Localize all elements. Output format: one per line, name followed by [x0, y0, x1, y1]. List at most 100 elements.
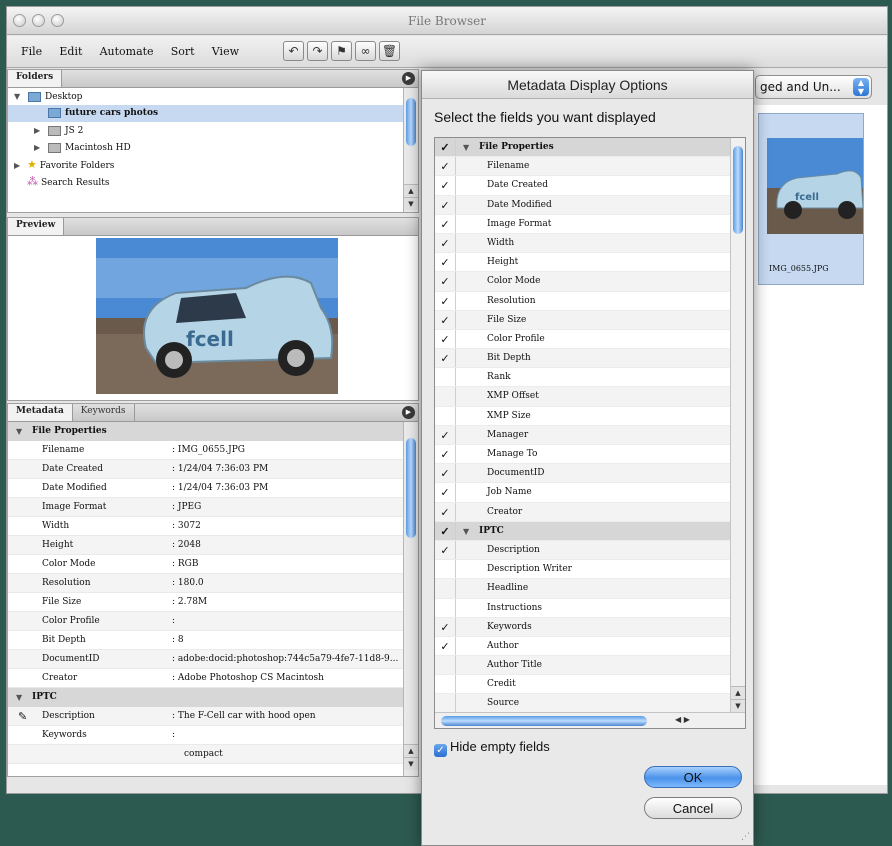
rotate-ccw-icon[interactable]: ↶ — [283, 41, 304, 61]
field-checkbox[interactable]: ✓ — [435, 272, 456, 291]
field-checkbox[interactable] — [435, 406, 456, 425]
binoculars-icon[interactable]: ∞ — [355, 41, 376, 61]
field-checkbox[interactable]: ✓ — [435, 214, 456, 233]
field-row[interactable]: ✓ Manager — [435, 425, 745, 445]
field-checkbox[interactable]: ✓ — [435, 483, 456, 502]
metadata-scrollbar[interactable]: ▲ ▼ — [403, 422, 418, 776]
meta-group-file-properties[interactable]: ▼ File Properties — [8, 422, 418, 441]
field-checkbox[interactable]: ✓ — [435, 617, 456, 636]
field-row[interactable]: ✓ Color Profile — [435, 329, 745, 350]
field-row[interactable]: Source — [435, 694, 745, 714]
field-checkbox[interactable] — [435, 387, 456, 406]
menu-file[interactable]: File — [21, 45, 42, 58]
field-checkbox[interactable]: ✓ — [435, 502, 456, 521]
tree-item-desktop[interactable]: ▼ Desktop — [8, 88, 418, 105]
scroll-down-icon[interactable]: ▼ — [404, 757, 418, 770]
field-row[interactable]: Rank — [435, 368, 745, 388]
field-list-scrollbar[interactable]: ▲ ▼ — [730, 138, 745, 714]
field-row[interactable]: Description Writer — [435, 560, 745, 580]
field-row[interactable]: ✓ Job Name — [435, 483, 745, 503]
field-checkbox[interactable] — [435, 694, 456, 713]
field-row[interactable]: XMP Offset — [435, 387, 745, 407]
menu-automate[interactable]: Automate — [100, 45, 154, 58]
field-checkbox[interactable]: ✓ — [435, 425, 456, 444]
tree-item-search-results[interactable]: ⁂ Search Results — [8, 173, 418, 190]
field-checkbox[interactable]: ✓ — [435, 233, 456, 253]
field-checkbox[interactable]: ✓ — [435, 291, 456, 310]
field-checkbox[interactable] — [435, 598, 456, 617]
flag-icon[interactable]: ⚑ — [331, 41, 352, 61]
field-row[interactable]: ✓ Creator — [435, 502, 745, 522]
tree-item-future-cars-photos[interactable]: future cars photos — [8, 105, 418, 122]
disclosure-triangle-icon[interactable]: ▼ — [16, 422, 22, 441]
field-row[interactable]: ✓ Author — [435, 636, 745, 657]
field-checkbox[interactable]: ✓ — [435, 636, 456, 656]
tree-item-macintosh-hd[interactable]: ▶ Macintosh HD — [8, 139, 418, 156]
field-checkbox[interactable]: ✓ — [435, 521, 456, 540]
field-checkbox[interactable] — [435, 579, 456, 598]
field-row[interactable]: ✓ File Size — [435, 310, 745, 330]
field-row[interactable]: ✓ DocumentID — [435, 464, 745, 484]
disclosure-triangle-icon[interactable]: ▼ — [463, 138, 469, 157]
panel-menu-icon[interactable]: ▶ — [402, 406, 415, 419]
resize-grip-icon[interactable]: ⋰ — [741, 832, 750, 842]
menu-edit[interactable]: Edit — [59, 45, 82, 58]
field-checkbox[interactable] — [435, 656, 456, 675]
trash-icon[interactable]: 🗑 — [379, 41, 400, 61]
disclosure-triangle-icon[interactable]: ▼ — [463, 522, 469, 541]
scroll-down-icon[interactable]: ▼ — [731, 699, 745, 712]
field-checkbox[interactable] — [435, 560, 456, 579]
field-row[interactable]: Headline — [435, 579, 745, 599]
view-filter-select[interactable]: ged and Un... ▲ ▼ — [755, 75, 872, 99]
field-row[interactable]: ✓ Bit Depth — [435, 349, 745, 369]
panel-menu-icon[interactable]: ▶ — [402, 72, 415, 85]
field-row[interactable]: ✓ Image Format — [435, 214, 745, 234]
field-group-row[interactable]: ✓ ▼ File Properties — [435, 138, 745, 158]
field-group-row[interactable]: ✓ ▼ IPTC — [435, 521, 745, 541]
field-row[interactable]: ✓ Date Created — [435, 176, 745, 196]
field-checkbox[interactable]: ✓ — [435, 253, 456, 272]
field-checkbox[interactable]: ✓ — [435, 329, 456, 349]
field-checkbox[interactable]: ✓ — [435, 445, 456, 464]
field-list-hscrollbar[interactable]: ◀ ▶ — [435, 712, 745, 728]
scroll-up-icon[interactable]: ▲ — [404, 184, 418, 197]
field-row[interactable]: Author Title — [435, 656, 745, 676]
field-checkbox[interactable]: ✓ — [435, 310, 456, 329]
tree-item-js2[interactable]: ▶ JS 2 — [8, 122, 418, 139]
disclosure-triangle-icon[interactable]: ▼ — [16, 688, 22, 707]
field-row[interactable]: ✓ Filename — [435, 157, 745, 177]
field-checkbox[interactable]: ✓ — [435, 195, 456, 214]
field-row[interactable]: XMP Size — [435, 406, 745, 426]
meta-group-iptc[interactable]: ▼ IPTC — [8, 688, 418, 707]
hide-empty-fields-checkbox[interactable]: ✓ Hide empty fields — [434, 739, 550, 757]
rotate-cw-icon[interactable]: ↷ — [307, 41, 328, 61]
ok-button[interactable]: OK — [644, 766, 742, 788]
hscroll-arrows-icon[interactable]: ◀ ▶ — [675, 715, 690, 724]
cancel-button[interactable]: Cancel — [644, 797, 742, 819]
field-checkbox[interactable]: ✓ — [435, 464, 456, 483]
field-row[interactable]: ✓ Color Mode — [435, 272, 745, 292]
thumbnail-cell[interactable]: fcell IMG_0655.JPG — [758, 113, 864, 285]
field-checkbox[interactable] — [435, 675, 456, 694]
field-row[interactable]: Credit — [435, 675, 745, 695]
tab-folders[interactable]: Folders — [8, 70, 63, 87]
field-row[interactable]: ✓ Description — [435, 540, 745, 561]
scroll-up-icon[interactable]: ▲ — [731, 686, 745, 699]
field-checkbox[interactable]: ✓ — [435, 540, 456, 560]
field-checkbox[interactable]: ✓ — [435, 176, 456, 195]
tree-item-favorite-folders[interactable]: ▶ ★ Favorite Folders — [8, 156, 418, 173]
field-row[interactable]: ✓ Width — [435, 233, 745, 254]
scroll-thumb[interactable] — [733, 146, 743, 234]
scroll-thumb[interactable] — [406, 438, 416, 538]
field-checkbox[interactable]: ✓ — [435, 138, 456, 157]
menu-sort[interactable]: Sort — [171, 45, 195, 58]
field-row[interactable]: ✓ Height — [435, 253, 745, 273]
hscroll-thumb[interactable] — [441, 716, 647, 726]
field-row[interactable]: ✓ Resolution — [435, 291, 745, 311]
field-row[interactable]: ✓ Manage To — [435, 445, 745, 465]
scroll-thumb[interactable] — [406, 98, 416, 146]
meta-row-editable[interactable]: ✎ Description: The F-Cell car with hood o… — [8, 707, 418, 726]
field-checkbox[interactable]: ✓ — [435, 349, 456, 368]
folders-scrollbar[interactable]: ▲ ▼ — [403, 88, 418, 212]
tab-keywords[interactable]: Keywords — [73, 404, 135, 421]
